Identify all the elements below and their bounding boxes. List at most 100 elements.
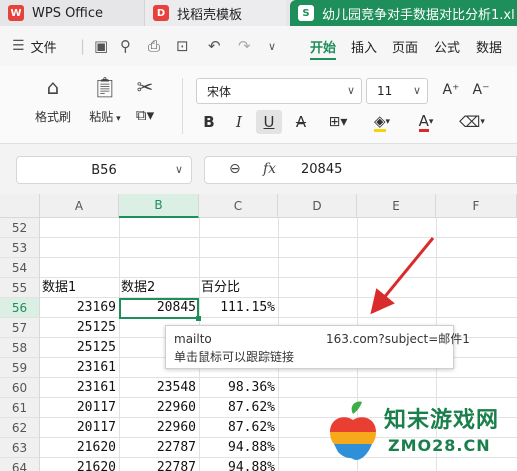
font-color-button[interactable]: A ▾ <box>408 110 444 134</box>
format-painter-button[interactable]: ⌂ 格式刷 <box>28 74 78 125</box>
row-header[interactable]: 59 <box>0 358 40 378</box>
cell-a[interactable]: 25125 <box>40 338 119 358</box>
font-color-icon: A <box>418 111 429 132</box>
increase-font-button[interactable]: A⁺ <box>438 78 464 102</box>
undo-icon[interactable]: ↶ <box>208 26 221 66</box>
ribbon-tab-insert[interactable]: 插入 <box>351 26 377 66</box>
row-header[interactable]: 62 <box>0 418 40 438</box>
watermark-domain: ZMO28.CN <box>388 436 491 455</box>
row-header[interactable]: 53 <box>0 238 40 258</box>
divider: | <box>80 37 86 55</box>
cell-b[interactable]: 22960 <box>119 398 199 418</box>
row-header[interactable]: 56 <box>0 298 40 318</box>
row-header[interactable]: 52 <box>0 218 40 238</box>
row-header[interactable]: 57 <box>0 318 40 338</box>
cut-copy-group[interactable]: ✂ ⧉▾ <box>122 74 168 124</box>
ribbon-tab-formula[interactable]: 公式 <box>434 26 460 66</box>
cell-b[interactable]: 22787 <box>119 458 199 471</box>
row-header[interactable]: 55 <box>0 278 40 298</box>
save-icon[interactable]: ▣ <box>94 26 108 66</box>
cell-a[interactable]: 23169 <box>40 298 119 318</box>
strikethrough-button[interactable]: A <box>288 110 314 134</box>
zoom-search-icon[interactable]: ⊖ <box>229 161 241 177</box>
cell-b[interactable]: 22960 <box>119 418 199 438</box>
column-header-b[interactable]: B <box>119 194 199 218</box>
row-header[interactable]: 64 <box>0 458 40 471</box>
cell-a[interactable]: 21620 <box>40 438 119 458</box>
cell-c[interactable]: 98.36% <box>199 378 278 398</box>
column-header-c[interactable]: C <box>199 194 278 218</box>
clear-format-button[interactable]: ⌫ ▾ <box>454 110 490 134</box>
gridline <box>40 237 517 238</box>
tab-wps-office[interactable]: W WPS Office <box>0 0 140 26</box>
tooltip-link-end: 163.com?subject=邮件1 <box>326 332 470 346</box>
ribbon-tab-home[interactable]: 开始 <box>310 26 337 66</box>
formula-input[interactable]: ⊖ fx 20845 <box>204 156 517 184</box>
app-tab-bar: W WPS Office D 找稻壳模板 S 幼儿园竞争对手数据对比分析1.xl <box>0 0 517 26</box>
more-dropdown-icon[interactable]: ∨ <box>268 26 276 66</box>
bold-button[interactable]: B <box>196 110 222 134</box>
cell-c[interactable]: 87.62% <box>199 418 278 438</box>
fill-color-button[interactable]: ◈ ▾ <box>364 110 400 134</box>
cell-a[interactable]: 21620 <box>40 458 119 471</box>
column-header-e[interactable]: E <box>357 194 436 218</box>
column-header-bar: A B C D E F <box>0 194 517 218</box>
redo-icon[interactable]: ↷ <box>238 26 251 66</box>
ribbon-tab-data[interactable]: 数据 <box>476 26 502 66</box>
formula-value: 20845 <box>301 162 343 177</box>
column-header-a[interactable]: A <box>40 194 119 218</box>
link-icon[interactable]: ⚲ <box>120 26 131 66</box>
active-cell-selection[interactable] <box>119 298 201 321</box>
file-menu[interactable]: ☰ 文件 <box>12 26 57 66</box>
italic-button[interactable]: I <box>226 110 252 134</box>
cell-a[interactable]: 25125 <box>40 318 119 338</box>
tab-docer-templates[interactable]: D 找稻壳模板 <box>144 0 286 26</box>
row-header[interactable]: 54 <box>0 258 40 278</box>
chevron-down-icon: ▾ <box>480 117 485 127</box>
cell-c[interactable]: 百分比 <box>199 278 278 298</box>
cell-a[interactable]: 20117 <box>40 398 119 418</box>
ribbon-tab-page[interactable]: 页面 <box>392 26 418 66</box>
chevron-down-icon: ∨ <box>412 84 421 97</box>
wps-logo-icon: W <box>8 5 24 21</box>
ribbon-toolbar: ⌂ 格式刷 📋︎ 粘贴 ▾ ✂ ⧉▾ 宋体 ∨ 11 ∨ A⁺ A⁻ B I U… <box>0 66 517 144</box>
tab-active-document[interactable]: S 幼儿园竞争对手数据对比分析1.xl <box>290 0 517 26</box>
column-header-f[interactable]: F <box>436 194 517 218</box>
chevron-down-icon: ▾ <box>428 117 434 127</box>
borders-button[interactable]: ⊞▾ <box>320 110 356 134</box>
chevron-down-icon: ∨ <box>174 163 183 176</box>
decrease-font-button[interactable]: A⁻ <box>468 78 494 102</box>
cell-a[interactable]: 23161 <box>40 378 119 398</box>
cell-c[interactable]: 111.15% <box>199 298 278 318</box>
scissors-icon: ✂ <box>136 75 154 99</box>
function-button[interactable]: fx <box>263 161 276 177</box>
hyperlink-tooltip: mailto 163.com?subject=邮件1 单击鼠标可以跟踪链接 <box>165 325 470 369</box>
row-header[interactable]: 60 <box>0 378 40 398</box>
row-header[interactable]: 58 <box>0 338 40 358</box>
cell-b[interactable]: 数据2 <box>119 278 199 298</box>
name-box[interactable]: B56 ∨ <box>16 156 192 184</box>
underline-button[interactable]: U <box>256 110 282 134</box>
cell-a[interactable]: 23161 <box>40 358 119 378</box>
watermark-text: 知末游戏网 <box>384 408 500 433</box>
cell-c[interactable]: 94.88% <box>199 458 278 471</box>
cell-a[interactable]: 20117 <box>40 418 119 438</box>
menu-bar: ☰ 文件 | ▣ ⚲ ⎙ ⊡ ↶ ↷ ∨ 开始 插入 页面 公式 数据 <box>0 26 517 66</box>
select-all-corner[interactable] <box>0 194 40 218</box>
print-preview-icon[interactable]: ⊡ <box>176 26 189 66</box>
cell-b[interactable]: 22787 <box>119 438 199 458</box>
tooltip-link-start: mailto <box>174 332 212 346</box>
file-menu-label: 文件 <box>30 40 57 56</box>
font-size-value: 11 <box>377 84 393 98</box>
print-icon[interactable]: ⎙ <box>148 26 160 66</box>
row-header[interactable]: 61 <box>0 398 40 418</box>
borders-icon: ⊞▾ <box>328 114 348 130</box>
font-size-select[interactable]: 11 ∨ <box>366 78 428 104</box>
column-header-d[interactable]: D <box>278 194 357 218</box>
cell-c[interactable]: 94.88% <box>199 438 278 458</box>
cell-a[interactable]: 数据1 <box>40 278 119 298</box>
cell-c[interactable]: 87.62% <box>199 398 278 418</box>
font-name-select[interactable]: 宋体 ∨ <box>196 78 362 104</box>
cell-b[interactable]: 23548 <box>119 378 199 398</box>
row-header[interactable]: 63 <box>0 438 40 458</box>
